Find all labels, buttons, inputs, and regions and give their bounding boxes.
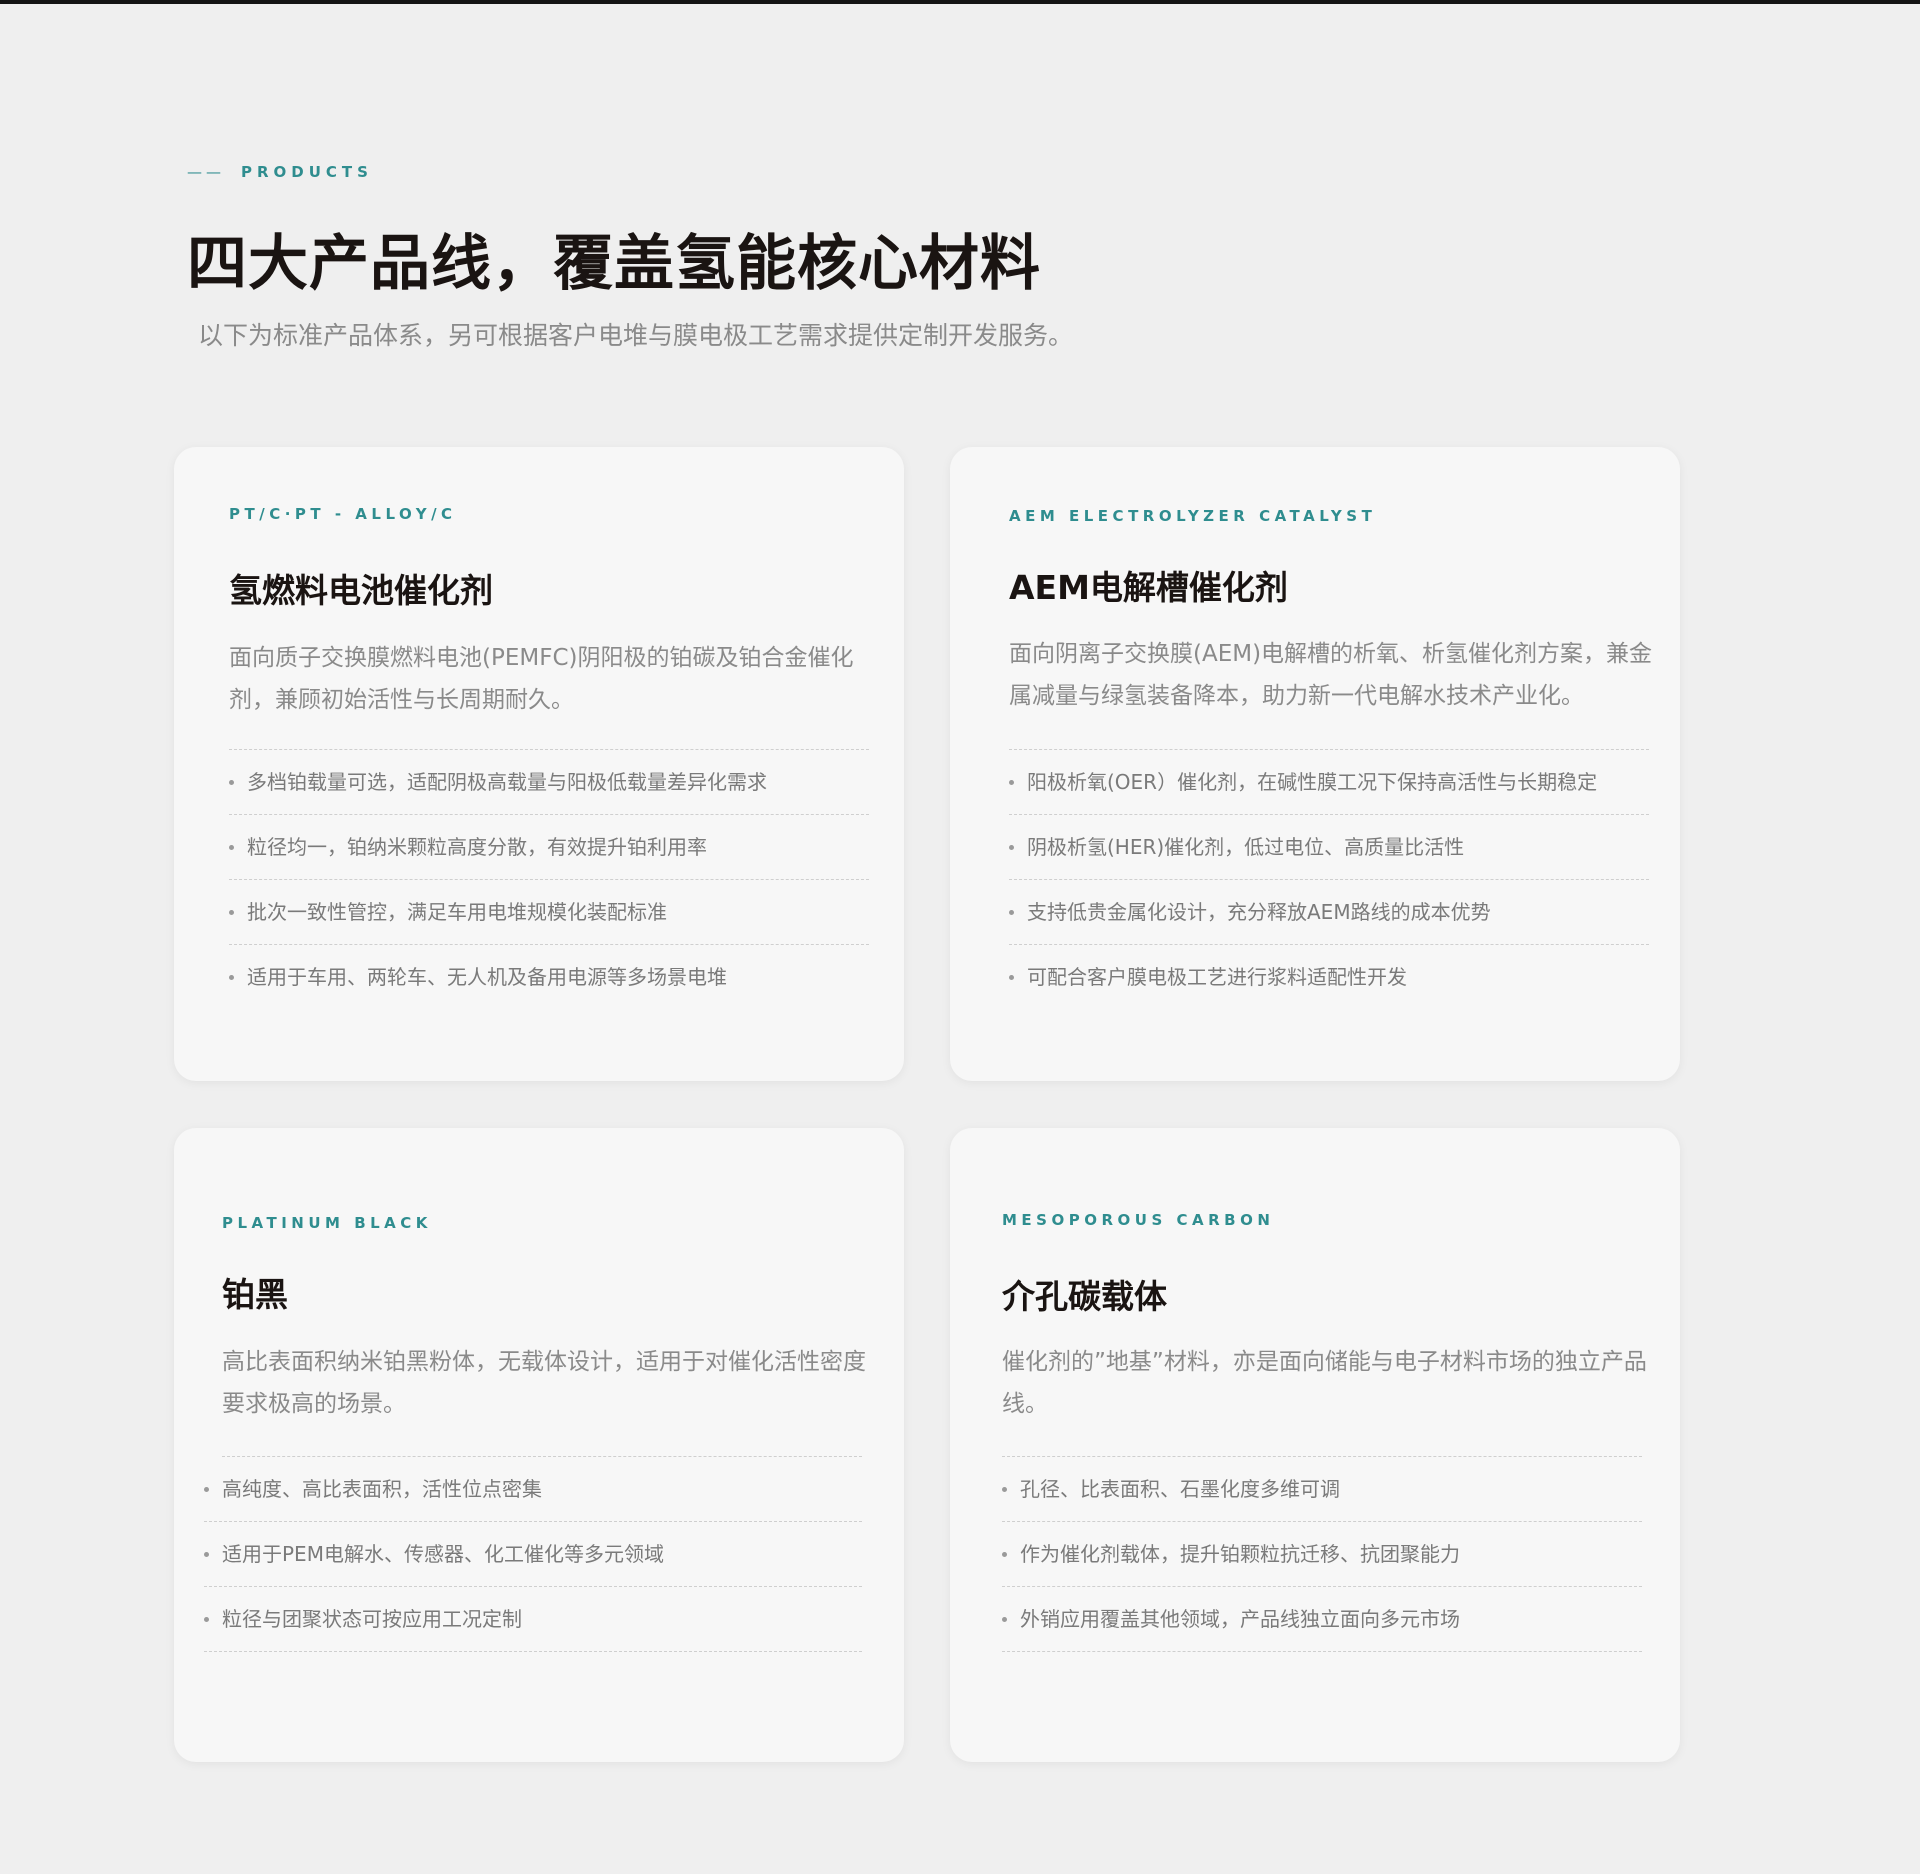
bullet-dot-icon bbox=[1009, 975, 1014, 980]
bullet-dot-icon bbox=[1002, 1551, 1007, 1557]
card-tag: PLATINUM BLACK bbox=[222, 1214, 432, 1232]
bullet-dot-icon bbox=[1002, 1616, 1007, 1622]
product-card-platinum-black: PLATINUM BLACK 铂黑 高比表面积纳米铂黑粉体，无载体设计，适用于对… bbox=[174, 1128, 904, 1762]
feature-text: 粒径与团聚状态可按应用工况定制 bbox=[222, 1606, 522, 1631]
card-title: AEM电解槽催化剂 bbox=[1009, 568, 1288, 607]
list-item: 外销应用覆盖其他领域，产品线独立面向多元市场 bbox=[1002, 1587, 1642, 1652]
list-item: 多档铂载量可选，适配阴极高载量与阳极低载量差异化需求 bbox=[229, 750, 869, 815]
feature-text: 适用于PEM电解水、传感器、化工催化等多元领域 bbox=[222, 1541, 664, 1566]
feature-text: 支持低贵金属化设计，充分释放AEM路线的成本优势 bbox=[1027, 899, 1491, 924]
bullet-dot-icon bbox=[229, 909, 234, 915]
bullet-dot-icon bbox=[1002, 1486, 1007, 1492]
bullet-dot-icon bbox=[1009, 779, 1014, 785]
card-title: 介孔碳载体 bbox=[1002, 1277, 1167, 1316]
list-item: 阴极析氢(HER)催化剂，低过电位、高质量比活性 bbox=[1009, 815, 1649, 880]
feature-text: 外销应用覆盖其他领域，产品线独立面向多元市场 bbox=[1020, 1606, 1460, 1631]
feature-list: 孔径、比表面积、石墨化度多维可调 作为催化剂载体，提升铂颗粒抗迁移、抗团聚能力 … bbox=[1002, 1456, 1642, 1652]
feature-text: 粒径均一，铂纳米颗粒高度分散，有效提升铂利用率 bbox=[247, 834, 707, 859]
feature-text: 高纯度、高比表面积，活性位点密集 bbox=[222, 1476, 542, 1501]
bullet-dot-icon bbox=[1009, 909, 1014, 915]
products-section: —— PRODUCTS 四大产品线，覆盖氢能核心材料 以下为标准产品体系，另可根… bbox=[0, 0, 1920, 1874]
feature-text: 可配合客户膜电极工艺进行浆料适配性开发 bbox=[1027, 965, 1407, 989]
page-subtitle: 以下为标准产品体系，另可根据客户电堆与膜电极工艺需求提供定制开发服务。 bbox=[198, 321, 1074, 350]
bullet-dot-icon bbox=[204, 1551, 209, 1557]
feature-text: 作为催化剂载体，提升铂颗粒抗迁移、抗团聚能力 bbox=[1020, 1541, 1460, 1566]
feature-text: 适用于车用、两轮车、无人机及备用电源等多场景电堆 bbox=[247, 965, 727, 989]
list-item: 作为催化剂载体，提升铂颗粒抗迁移、抗团聚能力 bbox=[1002, 1522, 1642, 1587]
card-title: 氢燃料电池催化剂 bbox=[229, 571, 493, 610]
card-tag: PT/C·PT - ALLOY/C bbox=[229, 505, 457, 523]
list-item: 支持低贵金属化设计，充分释放AEM路线的成本优势 bbox=[1009, 880, 1649, 945]
feature-text: 批次一致性管控，满足车用电堆规模化装配标准 bbox=[247, 899, 667, 924]
feature-list: 高纯度、高比表面积，活性位点密集 适用于PEM电解水、传感器、化工催化等多元领域… bbox=[204, 1456, 862, 1652]
list-item: 可配合客户膜电极工艺进行浆料适配性开发 bbox=[1009, 945, 1649, 1010]
card-description: 高比表面积纳米铂黑粉体，无载体设计，适用于对催化活性密度要求极高的场景。 bbox=[222, 1349, 866, 1417]
feature-text: 孔径、比表面积、石墨化度多维可调 bbox=[1020, 1476, 1340, 1501]
product-card-fuel-cell-catalyst: PT/C·PT - ALLOY/C 氢燃料电池催化剂 面向质子交换膜燃料电池(P… bbox=[174, 447, 904, 1081]
list-item: 适用于PEM电解水、传感器、化工催化等多元领域 bbox=[204, 1522, 862, 1587]
card-description: 催化剂的”地基”材料，亦是面向储能与电子材料市场的独立产品线。 bbox=[1002, 1349, 1647, 1417]
feature-list: 多档铂载量可选，适配阴极高载量与阳极低载量差异化需求 粒径均一，铂纳米颗粒高度分… bbox=[229, 749, 869, 1010]
list-item: 粒径均一，铂纳米颗粒高度分散，有效提升铂利用率 bbox=[229, 815, 869, 880]
feature-text: 阴极析氢(HER)催化剂，低过电位、高质量比活性 bbox=[1027, 834, 1465, 859]
card-tag: MESOPOROUS CARBON bbox=[1002, 1211, 1275, 1229]
card-title: 铂黑 bbox=[222, 1275, 288, 1314]
list-item: 高纯度、高比表面积，活性位点密集 bbox=[204, 1457, 862, 1522]
list-item: 适用于车用、两轮车、无人机及备用电源等多场景电堆 bbox=[229, 945, 869, 1010]
eyebrow-dash: —— bbox=[187, 163, 225, 181]
feature-text: 多档铂载量可选，适配阴极高载量与阳极低载量差异化需求 bbox=[247, 769, 767, 794]
list-item: 粒径与团聚状态可按应用工况定制 bbox=[204, 1587, 862, 1652]
eyebrow-label: PRODUCTS bbox=[241, 163, 373, 181]
bullet-dot-icon bbox=[204, 1616, 209, 1622]
card-description: 面向质子交换膜燃料电池(PEMFC)阴阳极的铂碳及铂合金催化剂，兼顾初始活性与长… bbox=[229, 645, 854, 713]
list-item: 阳极析氧(OER）催化剂，在碱性膜工况下保持高活性与长期稳定 bbox=[1009, 750, 1649, 815]
bullet-dot-icon bbox=[229, 975, 234, 980]
bullet-dot-icon bbox=[204, 1486, 209, 1492]
product-card-aem-catalyst: AEM ELECTROLYZER CATALYST AEM电解槽催化剂 面向阴离… bbox=[950, 447, 1680, 1081]
feature-text: 阳极析氧(OER）催化剂，在碱性膜工况下保持高活性与长期稳定 bbox=[1027, 769, 1598, 794]
bullet-dot-icon bbox=[229, 844, 234, 850]
product-card-mesoporous-carbon: MESOPOROUS CARBON 介孔碳载体 催化剂的”地基”材料，亦是面向储… bbox=[950, 1128, 1680, 1762]
card-description: 面向阴离子交换膜(AEM)电解槽的析氧、析氢催化剂方案，兼金属减量与绿氢装备降本… bbox=[1009, 641, 1653, 709]
list-item: 批次一致性管控，满足车用电堆规模化装配标准 bbox=[229, 880, 869, 945]
feature-list: 阳极析氧(OER）催化剂，在碱性膜工况下保持高活性与长期稳定 阴极析氢(HER)… bbox=[1009, 749, 1649, 1010]
card-tag: AEM ELECTROLYZER CATALYST bbox=[1009, 507, 1377, 525]
list-item: 孔径、比表面积、石墨化度多维可调 bbox=[1002, 1457, 1642, 1522]
page-title: 四大产品线，覆盖氢能核心材料 bbox=[187, 229, 1041, 299]
section-eyebrow: —— PRODUCTS bbox=[187, 163, 373, 181]
bullet-dot-icon bbox=[1009, 844, 1014, 850]
bullet-dot-icon bbox=[229, 779, 234, 785]
